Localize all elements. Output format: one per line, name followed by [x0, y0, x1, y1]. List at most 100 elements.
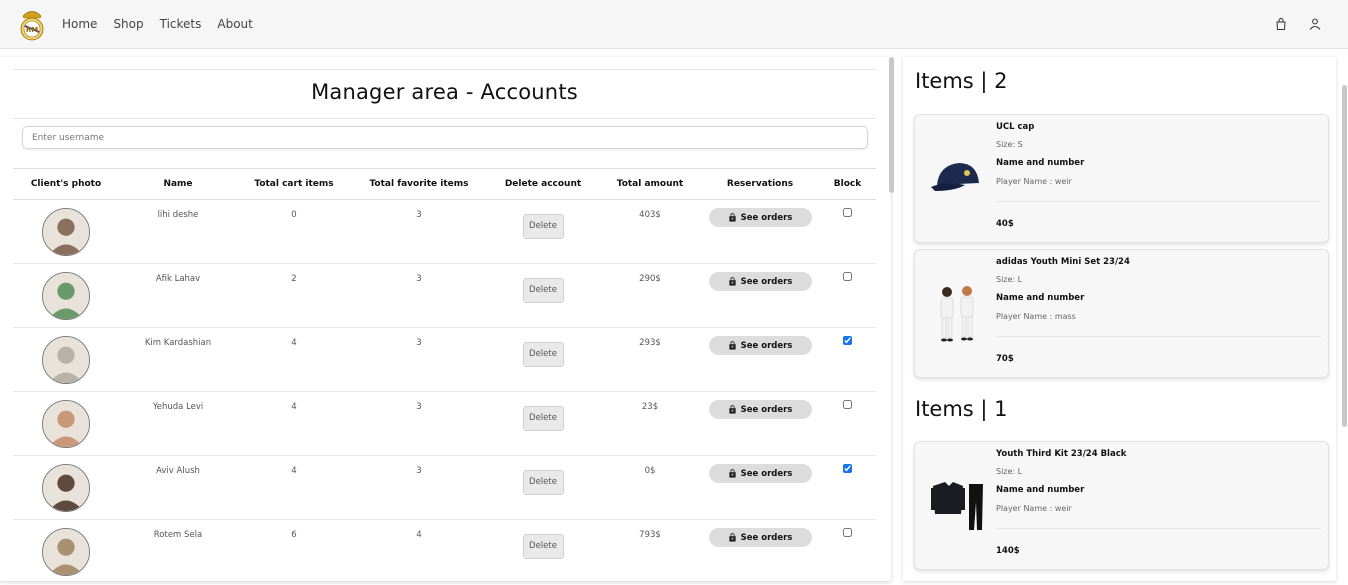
see-orders-label: See orders [740, 468, 793, 479]
avatar [42, 528, 90, 576]
orders-scrollbar[interactable] [1342, 85, 1347, 427]
header-name: Name [119, 168, 237, 200]
delete-cell: Delete [487, 519, 599, 581]
total-amount: 793$ [599, 519, 701, 581]
header-cart-items: Total cart items [237, 168, 351, 200]
photo-cell [13, 199, 119, 264]
block-cell [819, 199, 876, 264]
nav-shop[interactable]: Shop [113, 15, 143, 33]
page-title: Manager area - Accounts [311, 80, 578, 104]
client-name: Aviv Alush [119, 455, 237, 520]
header-delete-account: Delete account [487, 168, 599, 200]
header-photo: Client's photo [13, 168, 119, 200]
user-icon[interactable] [1308, 16, 1322, 30]
cart-items-count: 2 [237, 263, 351, 328]
item-player-name: Player Name : mass [996, 312, 1076, 321]
cap-image [931, 163, 979, 191]
favorite-items-count: 3 [351, 455, 487, 520]
see-orders-button[interactable]: See orders [708, 208, 812, 227]
shopping-bag-icon [728, 405, 736, 414]
see-orders-button[interactable]: See orders [708, 272, 812, 291]
order-item-card: Youth Third Kit 23/24 Black Size: L Name… [914, 441, 1329, 570]
favorite-items-count: 3 [351, 263, 487, 328]
items-group-heading: Items | 2 [915, 69, 1008, 93]
item-player-name: Player Name : weir [996, 504, 1072, 513]
item-price: 140$ [996, 546, 1020, 556]
header-reservations: Reservations [701, 168, 819, 200]
divider [996, 528, 1321, 529]
client-name: Kim Kardashian [119, 327, 237, 392]
delete-account-button[interactable]: Delete [522, 342, 564, 367]
block-checkbox[interactable] [843, 336, 852, 345]
block-checkbox[interactable] [843, 272, 852, 281]
delete-account-button[interactable]: Delete [522, 534, 564, 559]
total-amount: 0$ [599, 455, 701, 520]
cart-items-count: 6 [237, 519, 351, 581]
photo-cell [13, 519, 119, 581]
accounts-scrollbar[interactable] [889, 57, 894, 193]
block-checkbox[interactable] [843, 400, 852, 409]
block-checkbox[interactable] [843, 528, 852, 537]
client-name: Afik Lahav [119, 263, 237, 328]
photo-cell [13, 391, 119, 456]
item-price: 70$ [996, 354, 1014, 364]
cart-icon[interactable] [1274, 16, 1288, 30]
kids-kit-image [940, 286, 974, 342]
block-cell [819, 455, 876, 520]
nav-tickets[interactable]: Tickets [160, 15, 202, 33]
delete-account-button[interactable]: Delete [522, 406, 564, 431]
see-orders-button[interactable]: See orders [708, 464, 812, 483]
reservations-cell: See orders [701, 327, 819, 392]
see-orders-label: See orders [740, 212, 793, 223]
delete-cell: Delete [487, 199, 599, 264]
item-size: Size: L [996, 275, 1023, 284]
delete-account-button[interactable]: Delete [522, 278, 564, 303]
see-orders-label: See orders [740, 340, 793, 351]
shopping-bag-icon [728, 533, 736, 542]
delete-account-button[interactable]: Delete [522, 214, 564, 239]
item-price: 40$ [996, 219, 1014, 229]
username-search-input[interactable] [22, 126, 868, 149]
see-orders-label: See orders [740, 532, 793, 543]
table-row: lihi deshe 0 3 Delete 403$ See orders [13, 199, 876, 264]
table-header-row: Client's photo Name Total cart items Tot… [13, 168, 876, 200]
nav-home[interactable]: Home [62, 15, 97, 33]
block-cell [819, 519, 876, 581]
client-name: Yehuda Levi [119, 391, 237, 456]
block-checkbox[interactable] [843, 208, 852, 217]
favorite-items-count: 3 [351, 391, 487, 456]
delete-cell: Delete [487, 455, 599, 520]
table-row: Rotem Sela 6 4 Delete 793$ See orders [13, 519, 876, 581]
page-title-bar: Manager area - Accounts [13, 69, 876, 119]
delete-account-button[interactable]: Delete [522, 470, 564, 495]
top-navbar: RM Home Shop Tickets About [0, 0, 1348, 49]
see-orders-button[interactable]: See orders [708, 528, 812, 547]
shopping-bag-icon [728, 341, 736, 350]
total-amount: 23$ [599, 391, 701, 456]
favorite-items-count: 3 [351, 199, 487, 264]
item-name: Youth Third Kit 23/24 Black [996, 449, 1127, 459]
avatar [42, 464, 90, 512]
favorite-items-count: 3 [351, 327, 487, 392]
block-checkbox[interactable] [843, 464, 852, 473]
reservations-cell: See orders [701, 519, 819, 581]
see-orders-button[interactable]: See orders [708, 336, 812, 355]
cart-items-count: 4 [237, 391, 351, 456]
client-name: Rotem Sela [119, 519, 237, 581]
client-name: lihi deshe [119, 199, 237, 264]
avatar [42, 336, 90, 384]
accounts-table: Client's photo Name Total cart items Tot… [13, 168, 876, 581]
club-logo[interactable]: RM [18, 7, 46, 42]
name-number-label: Name and number [996, 293, 1085, 303]
block-cell [819, 391, 876, 456]
nav-about[interactable]: About [217, 15, 252, 33]
item-name: UCL cap [996, 122, 1035, 132]
shopping-bag-icon [728, 213, 736, 222]
order-item-card: UCL cap Size: S Name and number Player N… [914, 114, 1329, 243]
tracksuit-image [931, 482, 983, 530]
see-orders-button[interactable]: See orders [708, 400, 812, 419]
divider [996, 336, 1321, 337]
photo-cell [13, 327, 119, 392]
header-favorite-items: Total favorite items [351, 168, 487, 200]
cart-items-count: 4 [237, 455, 351, 520]
